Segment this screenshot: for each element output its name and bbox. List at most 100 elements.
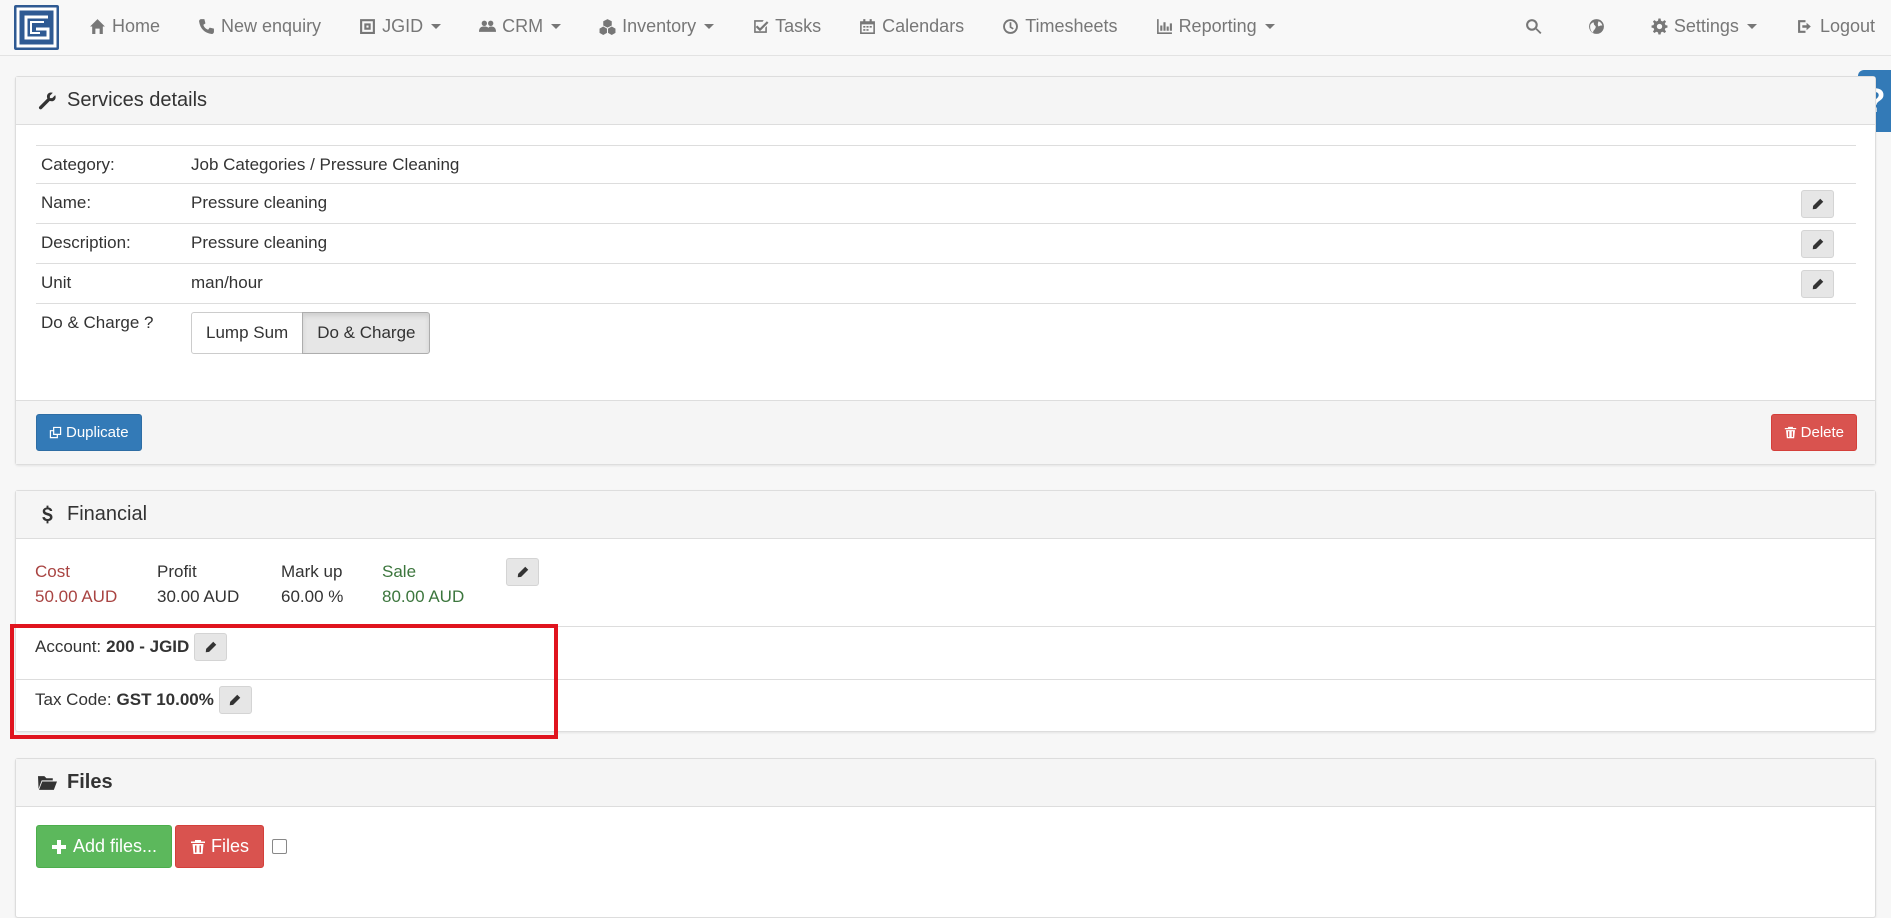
edit-pricing-button[interactable]: [506, 558, 539, 586]
category-row: Category: Job Categories / Pressure Clea…: [36, 145, 1856, 183]
nav-home[interactable]: Home: [75, 0, 179, 52]
nav-logout[interactable]: Logout: [1777, 0, 1891, 52]
top-navbar: Home New enquiry JGID CRM Inventory Task…: [0, 0, 1891, 56]
nav-calendars-label: Calendars: [882, 15, 965, 36]
unit-row: Unit man/hour: [36, 263, 1856, 303]
name-value: Pressure cleaning: [191, 193, 328, 212]
nav-settings[interactable]: Settings: [1631, 0, 1777, 52]
delete-button[interactable]: Delete: [1770, 414, 1857, 451]
copy-icon: [49, 426, 62, 439]
add-files-label: Add files...: [73, 836, 158, 856]
do-charge-label: Do & Charge ?: [41, 313, 154, 332]
nav-inventory[interactable]: Inventory: [580, 0, 733, 52]
chevron-down-icon: [431, 23, 442, 29]
duplicate-button[interactable]: Duplicate: [36, 414, 142, 451]
edit-description-button[interactable]: [1801, 230, 1834, 258]
profit-label: Profit: [157, 562, 197, 581]
services-details-heading: Services details: [16, 77, 1875, 125]
select-all-checkbox[interactable]: [272, 839, 287, 854]
lump-sum-option[interactable]: Lump Sum: [191, 312, 304, 354]
nav-settings-label: Settings: [1673, 15, 1739, 36]
markup-value: 60.00 %: [281, 587, 344, 606]
cost-value: 50.00 AUD: [35, 587, 118, 606]
files-panel: Files Add files... Files: [15, 758, 1876, 918]
chevron-down-icon: [1264, 23, 1275, 29]
nav-home-label: Home: [112, 15, 161, 36]
cost-block: Cost 50.00 AUD: [35, 559, 117, 609]
files-heading: Files: [16, 759, 1875, 807]
clock-icon: [1002, 18, 1019, 35]
home-icon: [89, 18, 106, 35]
nav-reporting[interactable]: Reporting: [1137, 0, 1294, 52]
name-row: Name: Pressure cleaning: [36, 183, 1856, 223]
panel-title: Financial: [67, 503, 148, 525]
chevron-down-icon: [704, 23, 715, 29]
gear-icon: [1651, 18, 1668, 35]
nav-crm-label: CRM: [502, 15, 544, 36]
dollar-icon: [38, 505, 57, 524]
nav-tasks[interactable]: Tasks: [733, 0, 840, 52]
profit-value: 30.00 AUD: [157, 587, 240, 606]
nav-crm[interactable]: CRM: [460, 0, 580, 52]
app-logo[interactable]: [14, 5, 59, 50]
do-charge-row: Do & Charge ? Lump Sum Do & Charge: [36, 303, 1856, 363]
users-icon: [479, 18, 497, 35]
category-label: Category:: [41, 155, 115, 174]
unit-label: Unit: [41, 273, 72, 292]
company-icon: [359, 18, 376, 35]
do-charge-option[interactable]: Do & Charge: [302, 312, 431, 354]
unit-value: man/hour: [191, 273, 263, 292]
cost-label: Cost: [35, 562, 70, 581]
description-row: Description: Pressure cleaning: [36, 223, 1856, 263]
logout-icon: [1797, 18, 1814, 35]
globe-icon: [1588, 18, 1605, 35]
sale-value: 80.00 AUD: [382, 587, 465, 606]
chevron-down-icon: [551, 23, 562, 29]
edit-unit-button[interactable]: [1801, 270, 1834, 298]
nav-timesheets[interactable]: Timesheets: [983, 0, 1136, 52]
nav-language[interactable]: [1568, 0, 1631, 52]
nav-calendars[interactable]: Calendars: [840, 0, 983, 52]
folder-open-icon: [38, 773, 57, 792]
pencil-icon: [1812, 278, 1823, 290]
pencil-icon: [1812, 238, 1823, 250]
description-value: Pressure cleaning: [191, 233, 328, 252]
plus-icon: [52, 839, 66, 854]
search-icon: [1525, 18, 1542, 35]
markup-label: Mark up: [281, 562, 343, 581]
name-label: Name:: [41, 193, 92, 212]
pricing-mode-toggle: Lump Sum Do & Charge: [191, 312, 431, 354]
panel-title: Services details: [67, 89, 208, 111]
services-details-panel: Services details Category: Job Categorie…: [15, 76, 1876, 465]
add-files-button[interactable]: Add files...: [36, 825, 173, 868]
pencil-icon: [517, 566, 528, 578]
nav-timesheets-label: Timesheets: [1025, 15, 1118, 36]
services-table: Category: Job Categories / Pressure Clea…: [36, 145, 1856, 363]
financial-heading: Financial: [16, 491, 1875, 539]
markup-block: Mark up 60.00 %: [281, 559, 343, 609]
nav-jgid-label: JGID: [382, 15, 424, 36]
check-square-icon: [752, 18, 769, 35]
highlight-box: [10, 624, 558, 739]
trash-icon: [191, 839, 205, 854]
cubes-icon: [599, 18, 616, 35]
nav-jgid[interactable]: JGID: [340, 0, 460, 52]
nav-search[interactable]: [1505, 0, 1568, 52]
phone-icon: [198, 18, 215, 35]
nav-logout-label: Logout: [1819, 15, 1875, 36]
delete-files-button[interactable]: Files: [175, 825, 265, 868]
sale-block: Sale 80.00 AUD: [382, 559, 464, 609]
edit-name-button[interactable]: [1801, 190, 1834, 218]
profit-block: Profit 30.00 AUD: [157, 559, 239, 609]
nav-new-enquiry-label: New enquiry: [221, 15, 322, 36]
sale-label: Sale: [382, 562, 417, 581]
panel-title: Files: [67, 771, 113, 793]
nav-inventory-label: Inventory: [622, 15, 697, 36]
trash-icon: [1784, 426, 1796, 439]
duplicate-label: Duplicate: [66, 424, 129, 441]
chevron-down-icon: [1746, 23, 1757, 29]
delete-label: Delete: [1800, 424, 1844, 441]
bar-chart-icon: [1156, 18, 1173, 35]
nav-new-enquiry[interactable]: New enquiry: [179, 0, 340, 52]
wrench-icon: [38, 91, 57, 110]
